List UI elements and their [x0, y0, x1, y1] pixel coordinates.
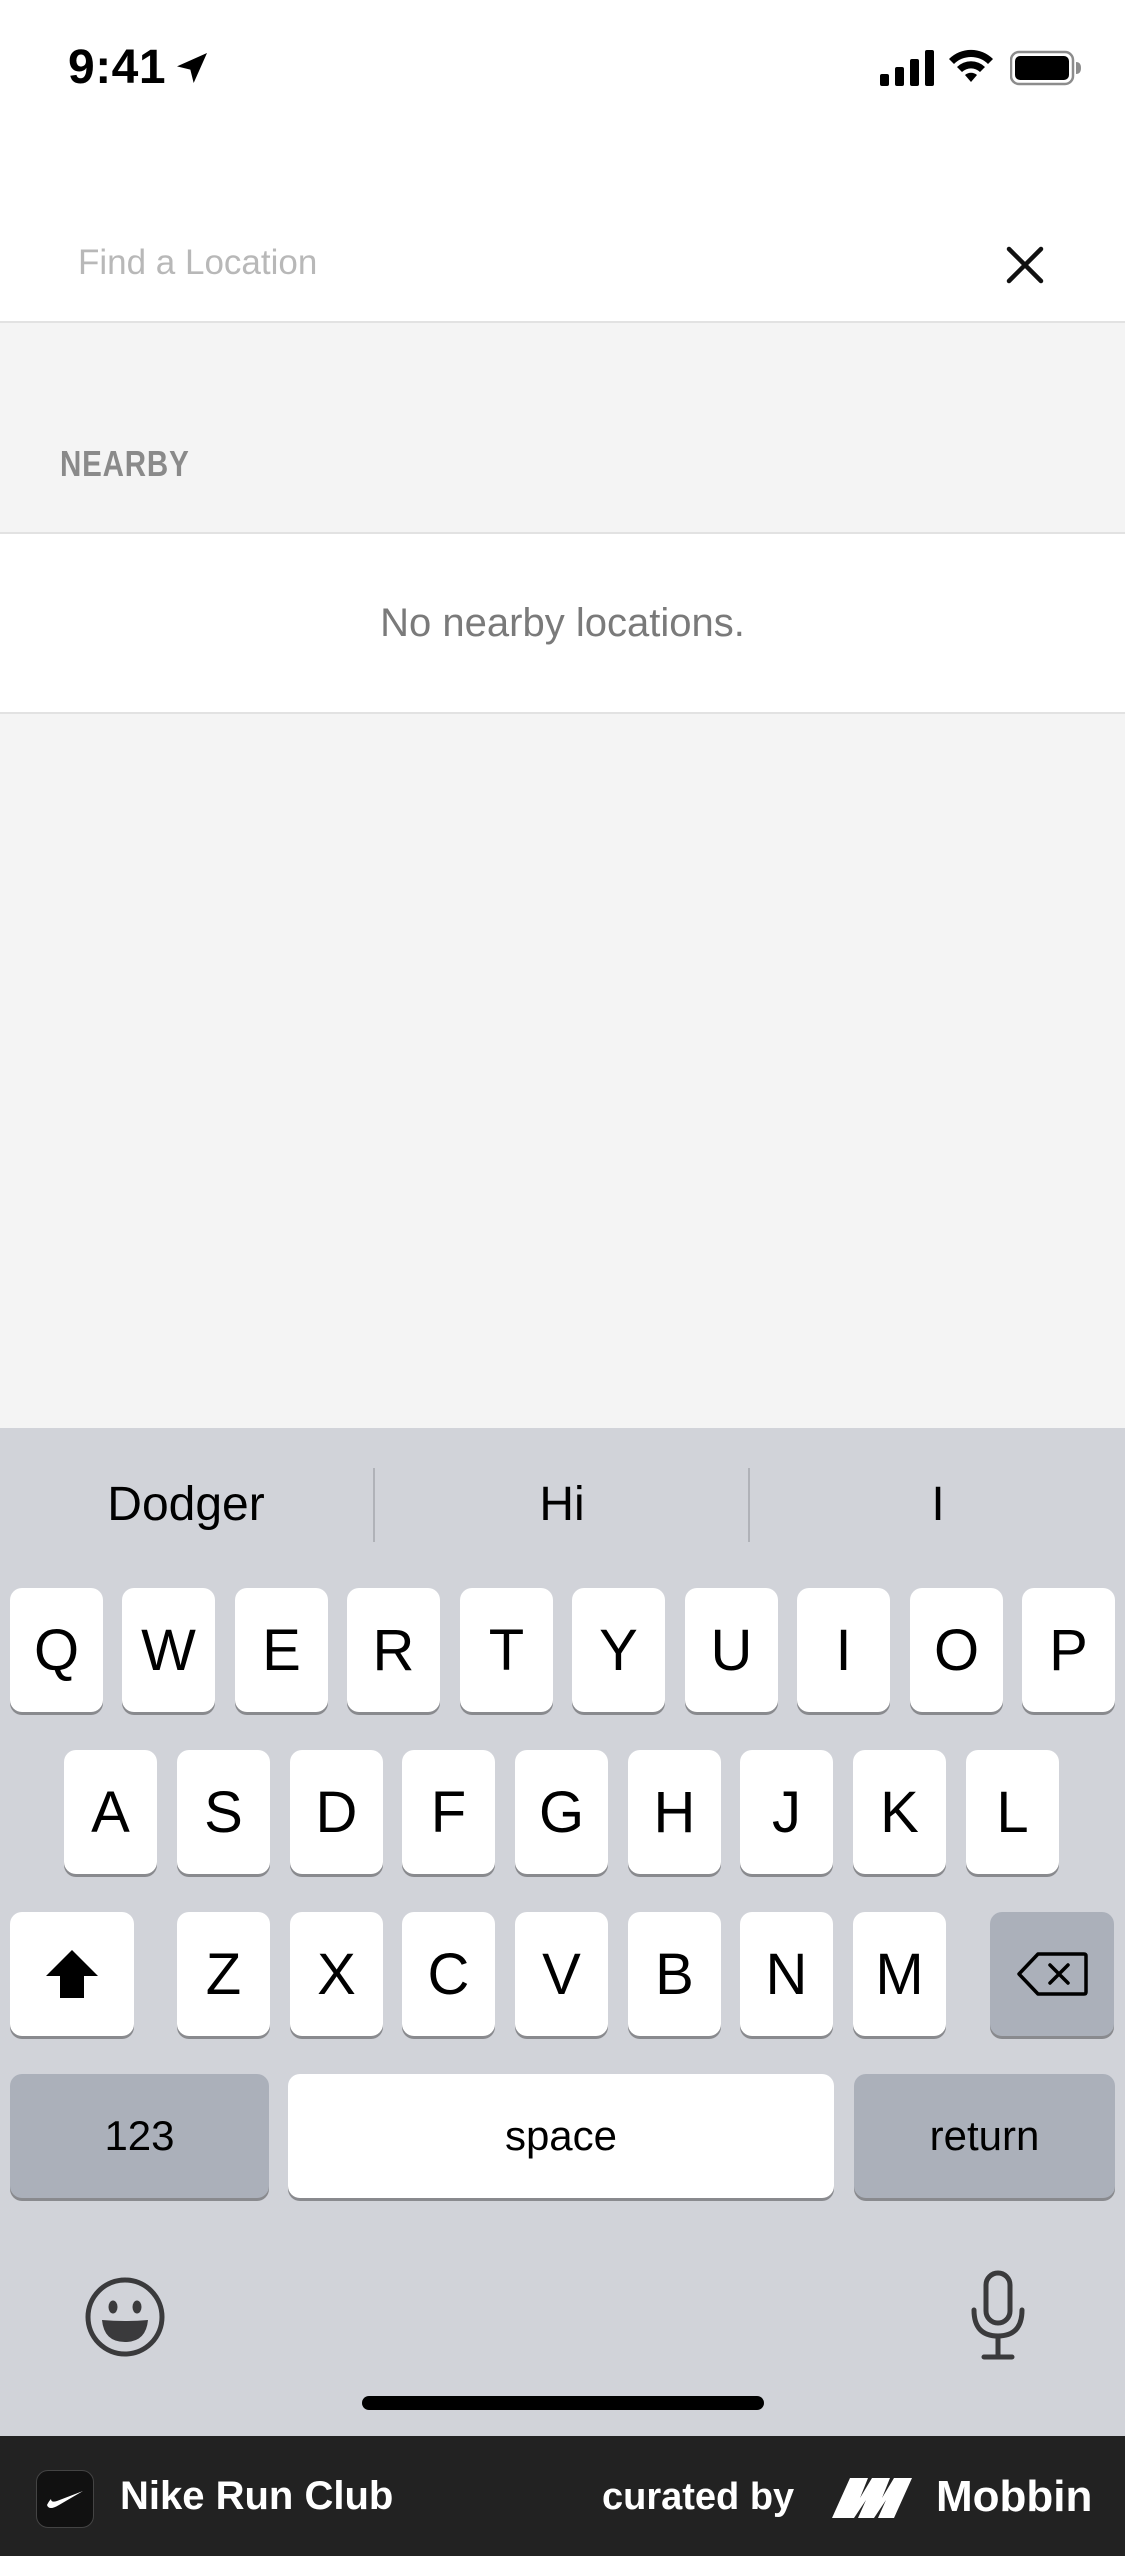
footer-curated-label: curated by — [602, 2476, 795, 2518]
key-q[interactable]: Q — [10, 1588, 103, 1712]
suggestion-item[interactable]: Hi — [376, 1468, 748, 1540]
key-r[interactable]: R — [347, 1588, 440, 1712]
key-s[interactable]: S — [177, 1750, 270, 1874]
key-a[interactable]: A — [64, 1750, 157, 1874]
key-w[interactable]: W — [122, 1588, 215, 1712]
mobbin-logo-icon — [832, 2478, 912, 2518]
delete-key[interactable] — [990, 1912, 1114, 2036]
microphone-icon[interactable] — [968, 2270, 1028, 2362]
key-g[interactable]: G — [515, 1750, 608, 1874]
battery-icon — [1010, 50, 1081, 86]
empty-state-row: No nearby locations. — [0, 534, 1125, 714]
backspace-icon — [1017, 1952, 1088, 1996]
footer-app-name: Nike Run Club — [120, 2474, 394, 2518]
keyboard: Dodger Hi I Q W E R T Y U I O P A S D F … — [0, 1428, 1125, 2436]
key-p[interactable]: P — [1022, 1588, 1115, 1712]
suggestion-divider — [748, 1468, 750, 1542]
key-f[interactable]: F — [402, 1750, 495, 1874]
shift-key[interactable] — [10, 1912, 134, 2036]
key-e[interactable]: E — [235, 1588, 328, 1712]
key-t[interactable]: T — [460, 1588, 553, 1712]
key-d[interactable]: D — [290, 1750, 383, 1874]
nrc-app-logo — [36, 2470, 94, 2528]
key-v[interactable]: V — [515, 1912, 608, 2036]
empty-state-message: No nearby locations. — [380, 600, 745, 645]
key-o[interactable]: O — [910, 1588, 1003, 1712]
emoji-icon[interactable] — [84, 2276, 166, 2358]
status-bar: 9:41 — [0, 0, 1125, 140]
key-n[interactable]: N — [740, 1912, 833, 2036]
key-u[interactable]: U — [685, 1588, 778, 1712]
nike-swoosh-icon — [47, 2491, 83, 2508]
suggestion-item[interactable]: Dodger — [0, 1468, 372, 1540]
key-l[interactable]: L — [966, 1750, 1059, 1874]
section-title: NEARBY — [60, 443, 190, 484]
key-z[interactable]: Z — [177, 1912, 270, 2036]
numbers-key[interactable]: 123 — [10, 2074, 269, 2198]
space-key[interactable]: space — [288, 2074, 834, 2198]
key-k[interactable]: K — [853, 1750, 946, 1874]
cellular-signal-icon — [880, 50, 934, 86]
nearby-section-header: NEARBY — [0, 323, 1125, 534]
footer-brand-name: Mobbin — [936, 2472, 1093, 2521]
location-search-input[interactable] — [78, 235, 938, 291]
search-bar — [0, 140, 1125, 323]
key-y[interactable]: Y — [572, 1588, 665, 1712]
status-time: 9:41 — [68, 41, 167, 94]
footer-bar: Nike Run Club curated by Mobbin — [0, 2436, 1125, 2556]
suggestion-item[interactable]: I — [752, 1468, 1124, 1540]
location-arrow-icon — [177, 53, 207, 83]
wifi-icon — [949, 49, 993, 82]
return-key[interactable]: return — [854, 2074, 1115, 2198]
suggestion-divider — [373, 1468, 375, 1542]
key-j[interactable]: J — [740, 1750, 833, 1874]
key-c[interactable]: C — [402, 1912, 495, 2036]
predictive-suggestions: Dodger Hi I — [0, 1428, 1125, 1578]
home-indicator — [362, 2396, 764, 2410]
shift-icon — [46, 1950, 98, 1998]
key-x[interactable]: X — [290, 1912, 383, 2036]
close-icon — [1006, 246, 1044, 284]
key-h[interactable]: H — [628, 1750, 721, 1874]
key-b[interactable]: B — [628, 1912, 721, 2036]
close-button[interactable] — [990, 230, 1060, 300]
key-i[interactable]: I — [797, 1588, 890, 1712]
key-m[interactable]: M — [853, 1912, 946, 2036]
